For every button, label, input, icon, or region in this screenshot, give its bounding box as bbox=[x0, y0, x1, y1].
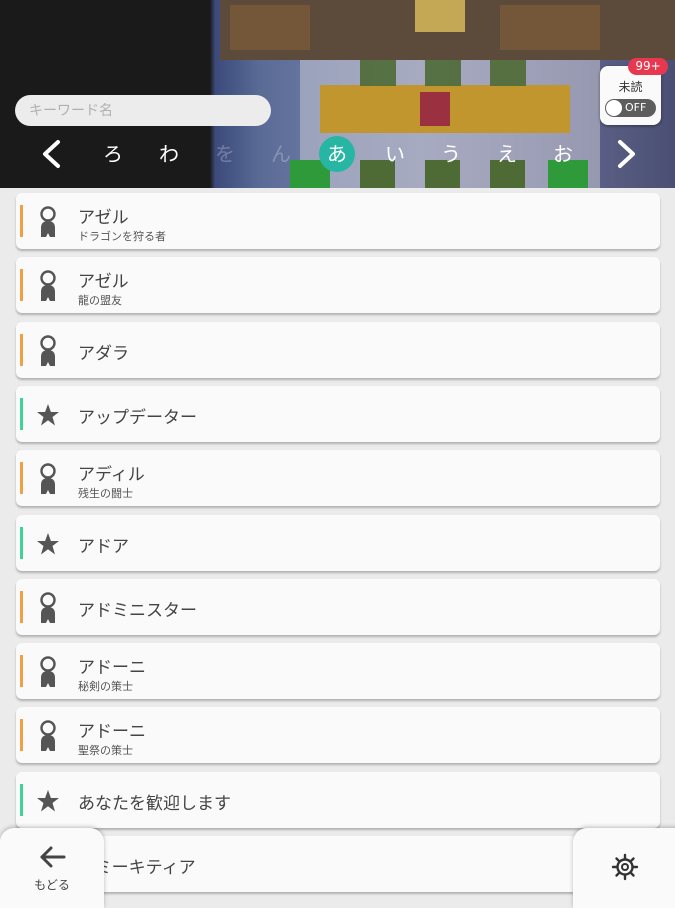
list-item-title: アディル bbox=[78, 465, 145, 486]
list-item[interactable]: アゼル 龍の盟友 bbox=[16, 257, 660, 314]
list-item[interactable]: アドーニ 秘剣の策士 bbox=[16, 643, 660, 700]
category-bar bbox=[20, 205, 23, 237]
list-item-title: アドア bbox=[78, 536, 129, 557]
list-item-title: アップデーター bbox=[78, 407, 197, 428]
person-icon bbox=[36, 463, 60, 495]
list-item-title: アドミニスター bbox=[78, 600, 197, 621]
unread-toggle[interactable]: OFF bbox=[605, 99, 656, 117]
list-item[interactable]: アディル 残生の闘士 bbox=[16, 450, 660, 507]
arrow-left-icon bbox=[40, 846, 66, 868]
unread-label: 未読 bbox=[618, 80, 643, 94]
settings-button[interactable] bbox=[573, 828, 675, 908]
back-label: もどる bbox=[34, 878, 70, 892]
category-bar bbox=[20, 269, 23, 302]
unread-count-badge: 99+ bbox=[628, 58, 668, 75]
category-bar bbox=[20, 333, 23, 366]
list-item-subtitle: 聖祭の策士 bbox=[78, 744, 133, 758]
kana-tab[interactable]: ん bbox=[263, 136, 299, 172]
category-bar bbox=[20, 397, 23, 430]
search-input[interactable] bbox=[15, 95, 271, 126]
toggle-state: OFF bbox=[625, 101, 647, 114]
category-bar bbox=[20, 526, 23, 559]
unread-filter[interactable]: 99+ 未読 OFF bbox=[600, 58, 668, 125]
list-item-title: アドーニ bbox=[78, 658, 146, 679]
person-icon bbox=[36, 592, 60, 624]
list-item[interactable]: アゼルドラゴンを狩る者 bbox=[16, 193, 660, 249]
gear-icon bbox=[611, 853, 639, 881]
list-item-title: アドーニ bbox=[78, 722, 146, 743]
kana-tab[interactable]: う bbox=[433, 136, 469, 172]
chevron-left-icon[interactable] bbox=[34, 136, 70, 172]
toggle-knob bbox=[606, 100, 622, 116]
back-button[interactable]: もどる bbox=[0, 828, 104, 908]
header: 99+ 未読 OFF ろ わ を ん あ い う え お bbox=[0, 0, 675, 188]
list-item[interactable]: あなたを歓迎します bbox=[16, 771, 660, 828]
category-bar bbox=[20, 719, 23, 752]
person-icon bbox=[36, 656, 60, 688]
person-icon bbox=[36, 334, 60, 367]
list-item-title: あなたを歓迎します bbox=[78, 793, 231, 814]
list-item[interactable]: アップデーター bbox=[16, 385, 660, 442]
list-item-subtitle: 残生の闘士 bbox=[78, 487, 133, 501]
person-icon bbox=[36, 720, 60, 752]
list-item[interactable]: アミーキティア bbox=[16, 836, 660, 892]
list-item-title: アゼル bbox=[78, 208, 129, 228]
list-item-subtitle: 秘剣の策士 bbox=[78, 680, 133, 694]
kana-tab[interactable]: を bbox=[207, 136, 243, 172]
category-bar bbox=[20, 655, 23, 688]
star-icon bbox=[36, 785, 60, 817]
list-item-title: アダラ bbox=[78, 343, 129, 364]
person-icon bbox=[36, 206, 60, 238]
kana-tab-active[interactable]: あ bbox=[319, 136, 355, 172]
star-icon bbox=[36, 399, 60, 431]
kana-tab[interactable]: お bbox=[545, 136, 581, 172]
kana-tab[interactable]: い bbox=[377, 136, 413, 172]
kana-tab[interactable]: ろ bbox=[95, 136, 131, 172]
list-item[interactable]: アダラ bbox=[16, 321, 660, 378]
list-item-subtitle: ドラゴンを狩る者 bbox=[78, 230, 166, 243]
star-icon bbox=[36, 528, 60, 560]
kana-tab[interactable]: え bbox=[489, 136, 525, 172]
kana-tab[interactable]: わ bbox=[151, 136, 187, 172]
chevron-right-icon[interactable] bbox=[608, 136, 644, 172]
list-item[interactable]: アドミニスター bbox=[16, 578, 660, 635]
category-bar bbox=[20, 462, 23, 495]
character-list[interactable]: アゼル ドラゴンを狩る者 アゼル 龍の盟友 アダラ アップデーター アディル 残生の闘士 アドア… bbox=[0, 188, 675, 900]
category-bar bbox=[20, 783, 23, 816]
list-item[interactable]: アドーニ 聖祭の策士 bbox=[16, 707, 660, 764]
list-item-subtitle: 龍の盟友 bbox=[78, 294, 122, 308]
category-bar bbox=[20, 590, 23, 623]
kana-index-nav: ろ わ を ん あ い う え お bbox=[0, 136, 675, 176]
person-icon bbox=[36, 270, 60, 302]
list-item-title: アゼル bbox=[78, 272, 129, 293]
list-item[interactable]: アドア bbox=[16, 514, 660, 571]
